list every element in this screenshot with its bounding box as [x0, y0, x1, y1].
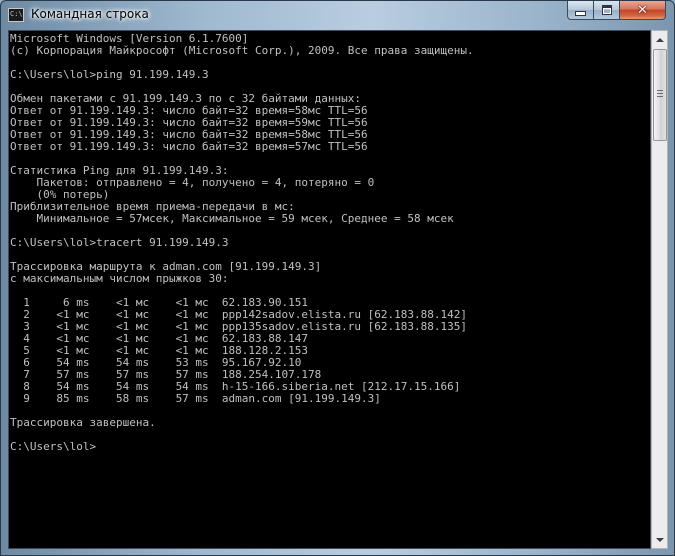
scroll-up-button[interactable]: [652, 31, 667, 48]
scroll-down-button[interactable]: [652, 531, 667, 548]
cmd-icon[interactable]: C:\: [8, 8, 24, 22]
thumb-grip-line: [657, 93, 663, 94]
console-line: с максимальным числом прыжков 30:: [10, 272, 229, 285]
close-icon: ✕: [637, 2, 648, 18]
scroll-up-arrow-icon: [655, 37, 664, 42]
console-line: C:\Users\lol>ping 91.199.149.3: [10, 68, 209, 81]
console-line: Трассировка завершена.: [10, 416, 156, 429]
console-line: Ответ от 91.199.149.3: число байт=32 вре…: [10, 140, 368, 153]
console-text[interactable]: Microsoft Windows [Version 6.1.7600] (c) …: [9, 31, 650, 453]
scroll-down-arrow-icon: [655, 537, 664, 542]
vertical-scrollbar[interactable]: [651, 30, 668, 549]
maximize-button[interactable]: [593, 1, 620, 20]
console-line: (c) Корпорация Майкрософт (Microsoft Cor…: [10, 44, 474, 57]
console-line: C:\Users\lol>tracert 91.199.149.3: [10, 236, 229, 249]
console-line: C:\Users\lol>: [10, 440, 97, 453]
console-line: Минимальное = 57мсек, Максимальное = 59 …: [10, 212, 454, 225]
window-title: Командная строка: [31, 7, 149, 21]
thumb-grip-line: [657, 96, 663, 97]
title-bar[interactable]: C:\ Командная строка ✕: [1, 1, 674, 31]
console-window: C:\ Командная строка ✕ Microsoft Windows…: [0, 0, 675, 556]
minimize-button[interactable]: [567, 1, 594, 20]
thumb-grip-line: [657, 90, 663, 91]
scrollbar-thumb[interactable]: [653, 49, 667, 141]
minimize-icon: [575, 11, 586, 16]
console-line: 9 85 ms 58 ms 57 ms adman.com [91.199.14…: [10, 392, 381, 405]
close-button[interactable]: ✕: [619, 1, 666, 20]
maximize-icon: [601, 5, 612, 15]
console-output-area[interactable]: Microsoft Windows [Version 6.1.7600] (c) …: [8, 30, 651, 549]
